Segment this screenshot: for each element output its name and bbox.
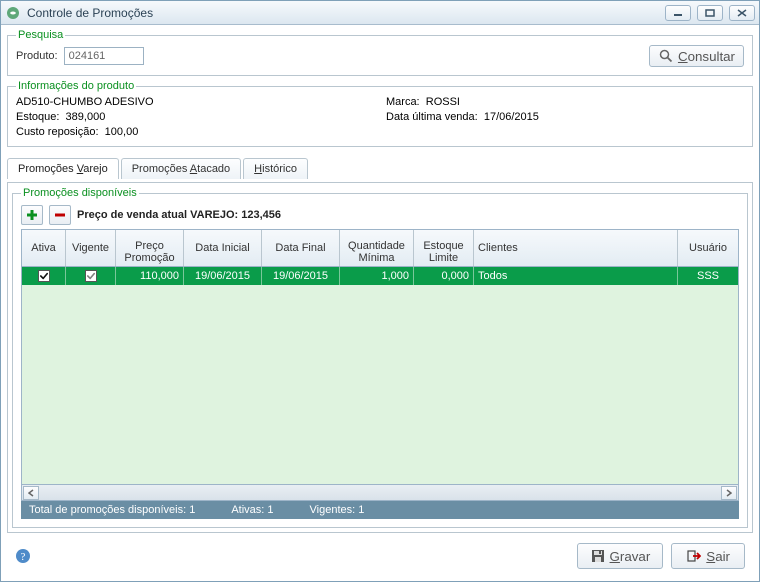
col-data-final[interactable]: Data Final: [262, 230, 340, 266]
plus-icon: [25, 208, 39, 222]
product-label: Produto:: [16, 50, 58, 62]
cell-clientes: Todos: [474, 267, 678, 285]
cell-data-ini: 19/06/2015: [184, 267, 262, 285]
exit-icon: [686, 548, 702, 564]
table-row[interactable]: 110,000 19/06/2015 19/06/2015 1,000 0,00…: [22, 267, 738, 285]
maximize-button[interactable]: [697, 5, 723, 21]
footer: ? Gravar Sair: [7, 537, 753, 575]
col-clientes[interactable]: Clientes: [474, 230, 678, 266]
remove-button[interactable]: [49, 205, 71, 225]
exit-underline: S: [706, 549, 715, 564]
current-price-label: Preço de venda atual VAREJO: 123,456: [77, 209, 281, 221]
cell-qtd: 1,000: [340, 267, 414, 285]
info-legend: Informações do produto: [16, 80, 136, 92]
promo-fieldset: Promoções disponíveis Preço de venda atu…: [12, 187, 748, 528]
product-input[interactable]: [64, 47, 144, 65]
stock-value: 389,000: [66, 111, 106, 123]
info-fieldset: Informações do produto AD510-CHUMBO ADES…: [7, 80, 753, 147]
cell-preco: 110,000: [116, 267, 184, 285]
horizontal-scrollbar[interactable]: [22, 484, 738, 500]
chevron-left-icon: [28, 489, 34, 497]
checkbox-ativa[interactable]: [38, 270, 50, 282]
status-ativas-label: Ativas:: [231, 504, 264, 516]
consult-underline: C: [678, 49, 688, 64]
tab-strip: Promoções Varejo Promoções Atacado Histó…: [7, 151, 753, 178]
svg-text:?: ?: [21, 551, 26, 563]
scroll-right-button[interactable]: [721, 486, 737, 500]
tab-retail[interactable]: Promoções Varejo: [7, 158, 119, 179]
col-data-inicial[interactable]: Data Inicial: [184, 230, 262, 266]
app-window: Controle de Promoções Pesquisa Produto:: [0, 0, 760, 582]
titlebar: Controle de Promoções: [1, 1, 759, 25]
consult-text: onsultar: [688, 49, 735, 64]
col-estoque[interactable]: EstoqueLimite: [414, 230, 474, 266]
minimize-button[interactable]: [665, 5, 691, 21]
promo-grid: Ativa Vigente PreçoPromoção Data Inicial…: [21, 229, 739, 501]
tab-body: Promoções disponíveis Preço de venda atu…: [7, 182, 753, 533]
search-icon: [658, 48, 674, 64]
tab-history[interactable]: Histórico: [243, 158, 308, 179]
tab-wholesale[interactable]: Promoções Atacado: [121, 158, 241, 179]
window-controls: [665, 5, 755, 21]
status-total-value: 1: [189, 504, 195, 516]
scroll-left-button[interactable]: [23, 486, 39, 500]
status-bar: Total de promoções disponíveis: 1 Ativas…: [21, 501, 739, 519]
consult-button[interactable]: Consultar: [649, 45, 744, 67]
close-button[interactable]: [729, 5, 755, 21]
stock-label: Estoque:: [16, 111, 59, 123]
product-name: AD510-CHUMBO ADESIVO: [16, 96, 376, 108]
search-fieldset: Pesquisa Produto: Consultar: [7, 29, 753, 76]
status-vigentes-label: Vigentes:: [310, 504, 356, 516]
cost-label: Custo reposição:: [16, 126, 99, 138]
search-legend: Pesquisa: [16, 29, 65, 41]
grid-header: Ativa Vigente PreçoPromoção Data Inicial…: [22, 230, 738, 267]
exit-text: air: [715, 549, 730, 564]
status-total-label: Total de promoções disponíveis:: [29, 504, 186, 516]
col-qtd[interactable]: QuantidadeMínima: [340, 230, 414, 266]
promo-legend: Promoções disponíveis: [21, 187, 139, 199]
lastsale-value: 17/06/2015: [484, 111, 539, 123]
content-area: Pesquisa Produto: Consultar Informações …: [1, 25, 759, 581]
col-preco[interactable]: PreçoPromoção: [116, 230, 184, 266]
floppy-icon: [590, 548, 606, 564]
help-icon[interactable]: ?: [15, 548, 31, 564]
status-ativas-value: 1: [267, 504, 273, 516]
lastsale-label: Data última venda:: [386, 111, 478, 123]
brand-value: ROSSI: [426, 96, 460, 108]
col-usuario[interactable]: Usuário: [678, 230, 738, 266]
status-vigentes-value: 1: [358, 504, 364, 516]
cost-value: 100,00: [105, 126, 139, 138]
app-icon: [5, 5, 21, 21]
cell-usuario: SSS: [678, 267, 738, 285]
col-ativa[interactable]: Ativa: [22, 230, 66, 266]
minus-icon: [53, 208, 67, 222]
cell-data-fin: 19/06/2015: [262, 267, 340, 285]
col-vigente[interactable]: Vigente: [66, 230, 116, 266]
save-text: ravar: [620, 549, 650, 564]
checkbox-vigente[interactable]: [85, 270, 97, 282]
save-button[interactable]: Gravar: [577, 543, 664, 569]
grid-body[interactable]: 110,000 19/06/2015 19/06/2015 1,000 0,00…: [22, 267, 738, 484]
brand-label: Marca:: [386, 96, 420, 108]
exit-button[interactable]: Sair: [671, 543, 745, 569]
save-underline: G: [610, 549, 620, 564]
add-button[interactable]: [21, 205, 43, 225]
window-title: Controle de Promoções: [27, 6, 665, 20]
chevron-right-icon: [726, 489, 732, 497]
cell-est: 0,000: [414, 267, 474, 285]
